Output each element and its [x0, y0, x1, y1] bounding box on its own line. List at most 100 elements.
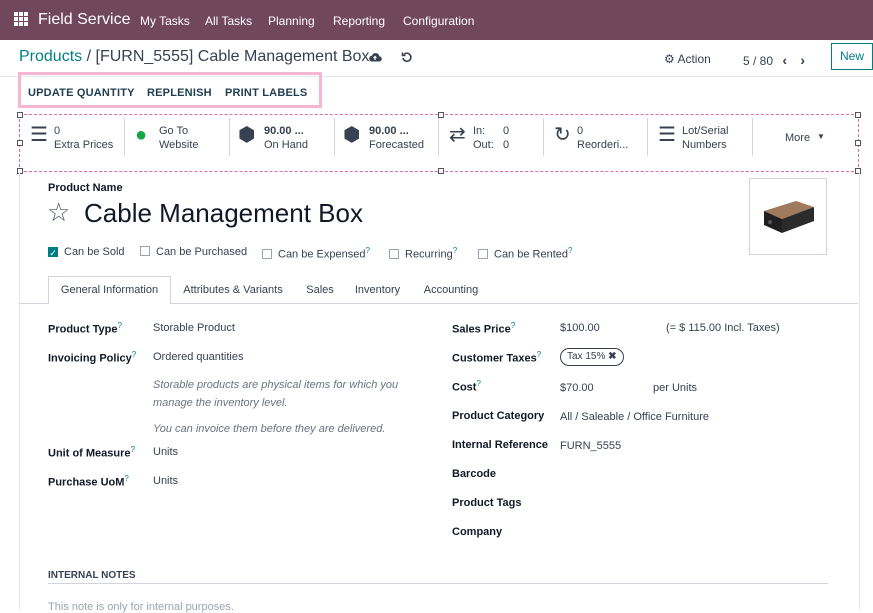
smart-button-in-out[interactable]: ⇄ In: 0 Out: 0	[439, 118, 544, 156]
checkbox-can-be-rented[interactable]: Can be Rented?	[478, 246, 572, 261]
smart-button-lot-serial[interactable]: ☰ Lot/Serial Numbers	[648, 118, 753, 156]
checkbox-empty-icon	[389, 248, 399, 259]
pager-value[interactable]: 5 / 80	[743, 54, 773, 68]
help-tooltip-icon[interactable]: ?	[365, 246, 369, 255]
refresh-icon: ↻	[554, 124, 571, 146]
invoicing-help-text: You can invoice them before they are del…	[153, 423, 386, 435]
sales-price-field[interactable]: $100.00	[560, 322, 600, 334]
product-category-label: Product Category	[452, 410, 545, 422]
smart-button-on-hand[interactable]: ⬢ 90.00 ... On Hand	[230, 118, 335, 156]
invoicing-policy-select[interactable]: Ordered quantities	[153, 351, 244, 363]
apps-grid-icon[interactable]	[14, 12, 28, 26]
smart-button-value: 0	[503, 139, 510, 151]
tab-inventory[interactable]: Inventory	[345, 276, 410, 303]
checkbox-can-be-expensed[interactable]: Can be Expensed?	[262, 246, 370, 261]
product-tags-field[interactable]	[560, 497, 820, 511]
cost-uom-text: per Units	[653, 382, 698, 394]
more-dropdown[interactable]: More ▼	[753, 118, 853, 156]
breadcrumb-separator: /	[86, 48, 92, 65]
menu-planning[interactable]: Planning	[268, 14, 315, 28]
checkbox-label: Can be Purchased	[156, 246, 248, 258]
menu-my-tasks[interactable]: My Tasks	[140, 14, 190, 28]
smart-button-label: Reorderi...	[577, 139, 629, 151]
resize-handle	[17, 140, 23, 146]
checkbox-can-be-sold[interactable]: ✓ Can be Sold	[48, 246, 125, 258]
smart-button-value: Go To	[159, 125, 189, 137]
menu-all-tasks[interactable]: All Tasks	[205, 14, 252, 28]
barcode-field[interactable]	[560, 468, 820, 482]
tax-tag[interactable]: Tax 15% ✖	[560, 348, 624, 366]
smart-button-forecasted[interactable]: ⬢ 90.00 ... Forecasted	[335, 118, 439, 156]
smart-button-label: Website	[159, 139, 199, 151]
breadcrumb-parent[interactable]: Products	[19, 48, 82, 65]
help-tooltip-icon[interactable]: ?	[117, 321, 121, 330]
unit-of-measure-field[interactable]: Units	[153, 446, 178, 458]
company-field[interactable]	[560, 526, 820, 540]
smart-button-label: Out:	[473, 139, 494, 151]
print-labels-button[interactable]: PRINT LABELS	[225, 87, 307, 99]
product-tags-label: Product Tags	[452, 497, 522, 509]
smart-button-value: 0	[503, 125, 510, 137]
smart-button-reordering[interactable]: ↻ 0 Reorderi...	[544, 118, 648, 156]
checkbox-label: Recurring	[405, 248, 453, 261]
menu-reporting[interactable]: Reporting	[333, 14, 385, 28]
smart-button-go-to-website[interactable]: ● Go To Website	[125, 118, 230, 156]
help-tooltip-icon[interactable]: ?	[568, 246, 572, 255]
replenish-button[interactable]: REPLENISH	[147, 87, 212, 99]
internal-notes-field[interactable]: This note is only for internal purposes.	[48, 601, 234, 613]
chevron-right-icon[interactable]: ›	[800, 52, 805, 68]
help-tooltip-icon[interactable]: ?	[453, 246, 457, 255]
new-button[interactable]: New	[831, 43, 873, 70]
help-tooltip-icon[interactable]: ?	[476, 379, 480, 388]
menu-configuration[interactable]: Configuration	[403, 14, 474, 28]
cubes-icon: ⬢	[343, 124, 361, 146]
tab-sales[interactable]: Sales	[296, 276, 344, 303]
exchange-icon: ⇄	[449, 124, 466, 146]
help-tooltip-icon[interactable]: ?	[131, 445, 135, 454]
invoicing-policy-label: Invoicing Policy?	[48, 350, 137, 365]
discard-icon[interactable]	[401, 51, 413, 66]
close-icon[interactable]: ✖	[608, 351, 616, 362]
internal-notes-label: INTERNAL NOTES	[48, 570, 136, 581]
chevron-left-icon[interactable]: ‹	[782, 52, 787, 68]
help-tooltip-icon[interactable]: ?	[511, 321, 515, 330]
tab-attributes-variants[interactable]: Attributes & Variants	[171, 276, 295, 303]
checkbox-empty-icon	[478, 248, 488, 259]
caret-down-icon: ▼	[817, 132, 825, 141]
smart-button-label: Extra Prices	[54, 139, 114, 151]
product-type-select[interactable]: Storable Product	[153, 322, 235, 334]
help-tooltip-icon[interactable]: ?	[132, 350, 136, 359]
cost-label: Cost?	[452, 379, 481, 394]
smart-button-extra-prices[interactable]: ☰ 0 Extra Prices	[24, 118, 125, 156]
help-tooltip-icon[interactable]: ?	[124, 474, 128, 483]
checkbox-checked-icon: ✓	[48, 247, 58, 258]
sales-price-label: Sales Price?	[452, 321, 516, 336]
product-category-field[interactable]: All / Saleable / Office Furniture	[560, 411, 709, 423]
purchase-uom-field[interactable]: Units	[153, 475, 178, 487]
action-menu[interactable]: ⚙ Action	[664, 52, 711, 66]
app-name[interactable]: Field Service	[38, 11, 130, 29]
update-quantity-button[interactable]: UPDATE QUANTITY	[28, 87, 135, 99]
tab-accounting[interactable]: Accounting	[411, 276, 491, 303]
checkbox-can-be-purchased[interactable]: Can be Purchased	[140, 246, 247, 258]
company-label: Company	[452, 526, 503, 538]
product-name-field[interactable]: Cable Management Box	[84, 198, 363, 229]
checkbox-label: Can be Sold	[64, 246, 125, 258]
cloud-upload-icon[interactable]	[368, 51, 382, 66]
bars-icon: ☰	[658, 124, 676, 146]
internal-reference-field[interactable]: FURN_5555	[560, 440, 621, 452]
tab-general-information[interactable]: General Information	[48, 276, 171, 304]
globe-icon: ●	[135, 124, 148, 146]
star-icon[interactable]: ☆	[47, 197, 70, 228]
help-tooltip-icon[interactable]: ?	[537, 350, 541, 359]
checkbox-label: Can be Expensed	[278, 248, 366, 261]
checkbox-recurring[interactable]: Recurring?	[389, 246, 457, 261]
incl-taxes-text: (= $ 115.00 Incl. Taxes)	[666, 322, 780, 334]
product-type-label: Product Type?	[48, 321, 122, 336]
checkbox-empty-icon	[140, 246, 150, 256]
pager: 5 / 80 ‹ ›	[743, 52, 805, 68]
checkbox-label: Can be Rented	[494, 248, 568, 261]
cost-field[interactable]: $70.00	[560, 382, 594, 394]
product-image[interactable]	[749, 178, 827, 255]
smart-button-label: On Hand	[264, 139, 309, 151]
